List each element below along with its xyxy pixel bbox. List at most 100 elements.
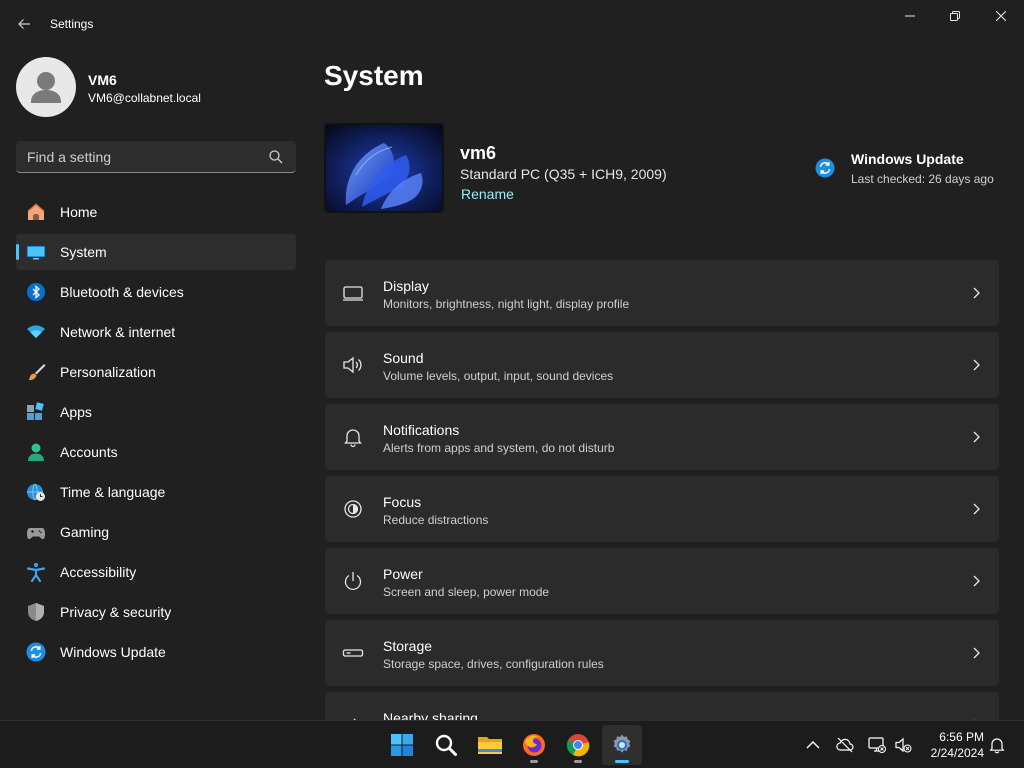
taskbar-firefox[interactable]: [514, 725, 554, 765]
card-title: Notifications: [383, 422, 460, 438]
user-name: VM6: [88, 72, 117, 88]
card-subtitle: Screen and sleep, power mode: [383, 585, 550, 599]
card-nearby-sharing[interactable]: Nearby sharing: [325, 692, 999, 720]
minimize-icon: [905, 15, 915, 17]
chevron-up-icon[interactable]: [804, 736, 822, 754]
card-title: Nearby sharing: [383, 710, 478, 720]
system-clock[interactable]: 6:56 PM 2/24/2024: [918, 729, 984, 761]
sidebar-item-label: Home: [60, 204, 98, 220]
bluetooth-icon: [27, 283, 45, 301]
card-subtitle: Alerts from apps and system, do not dist…: [383, 441, 615, 455]
chevron-right-icon: [973, 575, 980, 587]
sidebar-item-label: System: [60, 244, 107, 260]
sidebar-item-label: Windows Update: [60, 644, 166, 660]
settings-window: Settings VM6 VM6@collabnet.local Home Sy…: [0, 0, 1024, 720]
running-indicator: [574, 760, 582, 763]
card-notifications[interactable]: Notifications Alerts from apps and syste…: [325, 404, 999, 470]
sidebar-item-label: Network & internet: [60, 324, 176, 340]
taskbar-file-explorer[interactable]: [470, 725, 510, 765]
card-subtitle: Reduce distractions: [383, 513, 489, 527]
firefox-icon: [523, 734, 545, 756]
taskbar-start-button[interactable]: [382, 725, 422, 765]
gamepad-icon: [27, 528, 45, 539]
start-icon: [391, 734, 413, 756]
card-subtitle: Volume levels, output, input, sound devi…: [383, 369, 614, 383]
home-icon: [27, 203, 45, 220]
device-wallpaper-thumbnail: [324, 123, 444, 213]
sidebar-item-personalization[interactable]: Personalization: [16, 354, 296, 390]
network-disconnected-icon[interactable]: [868, 736, 886, 754]
running-indicator: [530, 760, 538, 763]
clock-time: 6:56 PM: [939, 730, 984, 744]
taskbar-settings[interactable]: [602, 725, 642, 765]
globe-clock-icon: [27, 483, 45, 501]
search-input[interactable]: [16, 141, 266, 172]
windows-update-status: Last checked: 26 days ago: [851, 172, 994, 186]
card-display[interactable]: Display Monitors, brightness, night ligh…: [325, 260, 999, 326]
speaker-icon: [343, 356, 362, 374]
card-sound[interactable]: Sound Volume levels, output, input, soun…: [325, 332, 999, 398]
chevron-right-icon: [973, 287, 980, 299]
back-arrow-icon: [18, 19, 30, 29]
card-focus[interactable]: Focus Reduce distractions: [325, 476, 999, 542]
windows-update-status-icon[interactable]: [815, 158, 835, 178]
close-button[interactable]: [978, 0, 1024, 32]
notification-bell-icon[interactable]: [988, 736, 1006, 754]
monitor-icon: [27, 246, 45, 260]
card-title: Storage: [383, 638, 433, 654]
card-title: Power: [383, 566, 423, 582]
card-storage[interactable]: Storage Storage space, drives, configura…: [325, 620, 999, 686]
taskbar-chrome[interactable]: [558, 725, 598, 765]
windows-update-link[interactable]: Windows Update: [851, 151, 964, 167]
user-email: VM6@collabnet.local: [88, 91, 201, 105]
sidebar-item-apps[interactable]: Apps: [16, 394, 296, 430]
settings-app-icon: [613, 734, 631, 753]
search-box[interactable]: [16, 141, 296, 173]
card-title: Display: [383, 278, 429, 294]
sidebar-item-label: Gaming: [60, 524, 110, 540]
rename-link[interactable]: Rename: [461, 186, 514, 202]
wifi-icon: [27, 325, 45, 338]
sidebar-item-label: Apps: [60, 404, 92, 420]
app-title: Settings: [50, 17, 94, 31]
apps-icon: [27, 402, 44, 420]
chevron-right-icon: [973, 503, 980, 515]
accessibility-icon: [26, 563, 46, 582]
chrome-icon: [566, 734, 590, 757]
shield-icon: [28, 603, 44, 621]
sidebar-item-label: Accounts: [60, 444, 118, 460]
sidebar-item-system[interactable]: System: [16, 234, 296, 270]
card-power[interactable]: Power Screen and sleep, power mode: [325, 548, 999, 614]
close-icon: [996, 11, 1006, 21]
taskbar: 6:56 PM 2/24/2024: [0, 720, 1024, 768]
sidebar-item-label: Bluetooth & devices: [60, 284, 184, 300]
sidebar-item-privacy-security[interactable]: Privacy & security: [16, 594, 296, 630]
sidebar-item-label: Personalization: [60, 364, 156, 380]
search-taskbar-icon: [435, 734, 457, 756]
chevron-right-icon: [973, 431, 980, 443]
sidebar-item-label: Time & language: [60, 484, 166, 500]
sidebar-item-accessibility[interactable]: Accessibility: [16, 554, 296, 590]
restore-button[interactable]: [932, 0, 978, 32]
card-subtitle: Monitors, brightness, night light, displ…: [383, 297, 630, 311]
avatar[interactable]: [16, 57, 76, 117]
file-explorer-icon: [478, 737, 502, 754]
sidebar-item-windows-update[interactable]: Windows Update: [16, 634, 296, 670]
volume-muted-icon[interactable]: [894, 736, 912, 754]
sidebar-item-label: Privacy & security: [60, 604, 172, 620]
power-icon: [344, 572, 362, 590]
sidebar-item-network[interactable]: Network & internet: [16, 314, 296, 350]
sidebar-item-gaming[interactable]: Gaming: [16, 514, 296, 550]
sidebar-nav: Home System Bluetooth & devices Network …: [16, 194, 296, 674]
sidebar-item-time-language[interactable]: Time & language: [16, 474, 296, 510]
back-button[interactable]: [10, 12, 38, 36]
minimize-button[interactable]: [887, 0, 933, 32]
wallpaper-bloom-icon: [326, 125, 442, 211]
sidebar-item-accounts[interactable]: Accounts: [16, 434, 296, 470]
chevron-right-icon: [973, 359, 980, 371]
taskbar-search-button[interactable]: [426, 725, 466, 765]
search-icon[interactable]: [268, 149, 284, 165]
sidebar-item-home[interactable]: Home: [16, 194, 296, 230]
sidebar-item-bluetooth[interactable]: Bluetooth & devices: [16, 274, 296, 310]
cloud-offline-icon[interactable]: [836, 736, 854, 754]
